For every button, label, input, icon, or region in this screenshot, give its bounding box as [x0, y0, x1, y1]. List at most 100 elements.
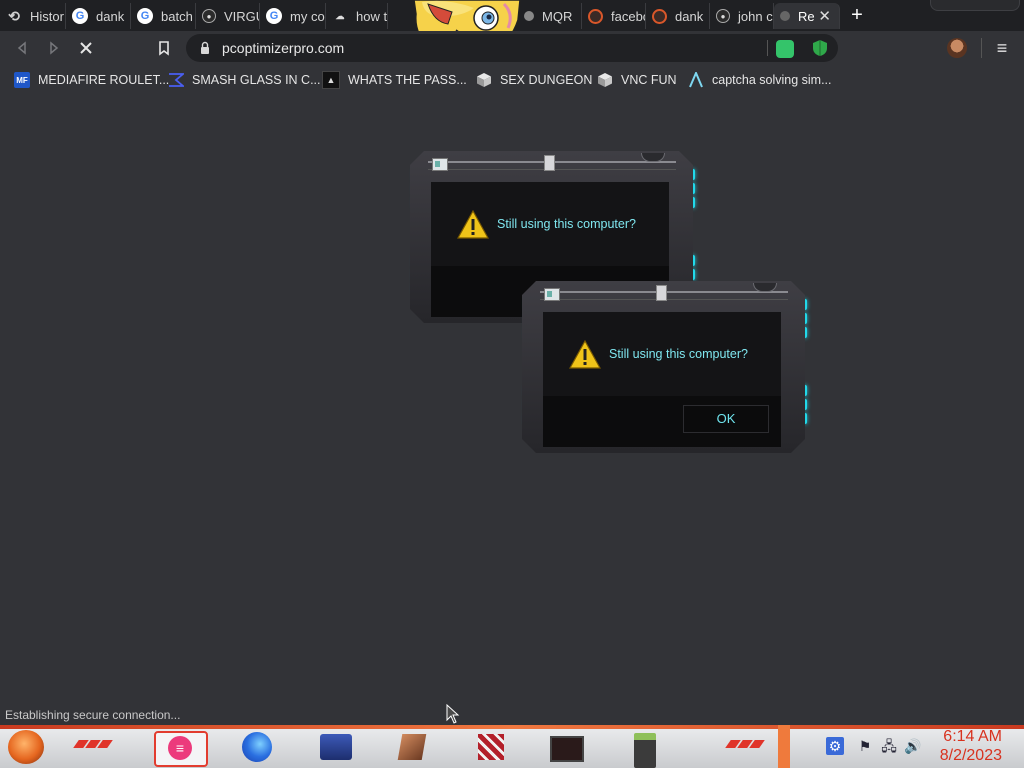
media-player-icon — [320, 734, 352, 760]
tab-mqr[interactable]: MQR — [518, 3, 582, 29]
new-tab-button[interactable]: + — [846, 4, 868, 26]
tab-virgu[interactable]: ● VIRGU — [196, 3, 260, 29]
tab-title: how t — [356, 8, 388, 24]
volume-icon[interactable]: 🔊 — [904, 737, 922, 755]
dialog-body: Still using this computer? OK — [543, 312, 781, 447]
taskbar-accent — [0, 725, 1024, 729]
notes-icon: ≡ — [168, 736, 192, 760]
forward-button[interactable] — [43, 37, 65, 59]
warning-icon — [457, 210, 489, 239]
mouse-cursor-icon — [446, 704, 460, 724]
forward-icon — [50, 41, 59, 55]
dialog-message: Still using this computer? — [497, 217, 636, 231]
site-icon: ☁ — [335, 10, 345, 21]
address-bar[interactable]: pcoptimizerpro.com — [186, 34, 838, 62]
tab-dank-2[interactable]: dank — [646, 3, 710, 29]
bookmarks-bar: MF MEDIAFIRE ROULET... SMASH GLASS IN C.… — [0, 65, 1024, 95]
taskbar-app-notes[interactable]: ≡ — [154, 731, 208, 767]
tab-title: MQR — [542, 8, 573, 24]
rubiks-icon — [478, 734, 504, 760]
tab-history[interactable]: ⟲ Histor — [0, 3, 66, 29]
taskbar: ≡ ⚙ ⚑ 🖧 🔊 6:14 AM 8/2/2023 — [0, 725, 1024, 768]
shield-icon[interactable] — [812, 39, 828, 57]
mediafire-icon: MF — [14, 72, 30, 88]
network-icon[interactable]: 🖧 — [880, 737, 898, 755]
browser-toolbar: pcoptimizerpro.com ≡ — [0, 31, 1024, 65]
url-text: pcoptimizerpro.com — [222, 40, 345, 56]
drag-handle[interactable] — [544, 155, 555, 171]
tab-john[interactable]: ● john c — [710, 3, 774, 29]
bookmark-mediafire[interactable]: MF MEDIAFIRE ROULET... — [14, 70, 169, 90]
window-icon — [544, 288, 560, 301]
tab-title: dank — [96, 8, 125, 24]
lock-icon — [201, 41, 209, 54]
taskbar-app-calculator[interactable] — [630, 731, 660, 768]
spiral-icon — [588, 8, 603, 24]
extension-green-icon[interactable] — [776, 40, 794, 58]
bookmark-vnc-fun[interactable]: VNC FUN — [597, 70, 677, 90]
tab-title: john c — [738, 8, 773, 24]
dialog-still-using-ok: Still using this computer? OK — [522, 281, 807, 453]
divider — [981, 38, 982, 58]
tab-batch[interactable]: G batch — [131, 3, 196, 29]
caret-icon — [689, 72, 703, 88]
back-button[interactable] — [11, 37, 33, 59]
start-button[interactable] — [8, 730, 44, 764]
tab-active[interactable]: Re ✕ — [774, 3, 840, 29]
window-icon — [432, 158, 448, 171]
taskbar-app-media[interactable] — [318, 731, 354, 763]
bookmark-label: captcha solving sim... — [712, 73, 832, 87]
github-icon: ● — [716, 9, 730, 23]
bookmark-label: VNC FUN — [621, 73, 677, 87]
clock[interactable]: 6:14 AM 8/2/2023 — [940, 727, 1002, 765]
smash-icon — [169, 73, 184, 87]
flag-icon[interactable]: ⚑ — [856, 737, 874, 755]
status-bar: Establishing secure connection... — [0, 706, 189, 724]
close-icon[interactable]: ✕ — [818, 7, 831, 25]
drag-handle[interactable] — [656, 285, 667, 301]
tab-how-t[interactable]: ☁ how t — [326, 3, 388, 29]
tab-my-co[interactable]: G my co — [260, 3, 326, 29]
spiral-icon — [652, 8, 667, 24]
cube-icon — [598, 73, 612, 87]
tab-title: batch — [161, 8, 193, 24]
tab-title: VIRGU — [224, 8, 259, 24]
dialog-footer: OK — [543, 396, 781, 447]
bookmark-captcha-solving[interactable]: captcha solving sim... — [688, 70, 832, 90]
menu-icon[interactable]: ≡ — [991, 37, 1013, 59]
decor-chevrons — [73, 740, 113, 748]
bookmark-label: SMASH GLASS IN C... — [192, 73, 321, 87]
tab-title: Re — [798, 8, 815, 24]
password-icon: ▲ — [322, 71, 340, 89]
taskbar-app-book[interactable] — [396, 731, 430, 763]
ok-button[interactable]: OK — [683, 405, 769, 433]
dialog-message: Still using this computer? — [609, 347, 748, 361]
taskbar-app-rubiks[interactable] — [474, 731, 508, 763]
google-icon: G — [72, 8, 88, 24]
bookmark-button[interactable] — [153, 37, 175, 59]
divider — [767, 40, 768, 56]
github-icon: ● — [202, 9, 216, 23]
stop-button[interactable] — [75, 37, 97, 59]
tab-title: dank — [675, 8, 704, 24]
history-icon: ⟲ — [8, 7, 20, 24]
warning-icon — [569, 340, 601, 369]
window-controls[interactable] — [930, 0, 1020, 11]
taskbar-app-film[interactable] — [548, 731, 584, 763]
tab-facebook[interactable]: facebo — [582, 3, 646, 29]
taskbar-app-firefox[interactable] — [240, 731, 274, 763]
tab-dank[interactable]: G dank — [66, 3, 131, 29]
bookmark-label: SEX DUNGEON — [500, 73, 593, 87]
bookmark-whats-the-pass[interactable]: ▲ WHATS THE PASS... — [322, 70, 467, 90]
tray-app-icon[interactable]: ⚙ — [826, 737, 844, 755]
clock-date: 8/2/2023 — [939, 747, 1002, 764]
cube-icon — [477, 73, 491, 87]
google-icon: G — [266, 8, 282, 24]
taskbar-divider — [778, 725, 790, 768]
avatar[interactable] — [947, 38, 967, 58]
bookmark-smash-glass[interactable]: SMASH GLASS IN C... — [168, 70, 321, 90]
tab-title: Histor — [30, 8, 64, 24]
calculator-icon — [634, 733, 656, 768]
decor-chevrons — [725, 740, 765, 748]
bookmark-sex-dungeon[interactable]: SEX DUNGEON — [476, 70, 592, 90]
